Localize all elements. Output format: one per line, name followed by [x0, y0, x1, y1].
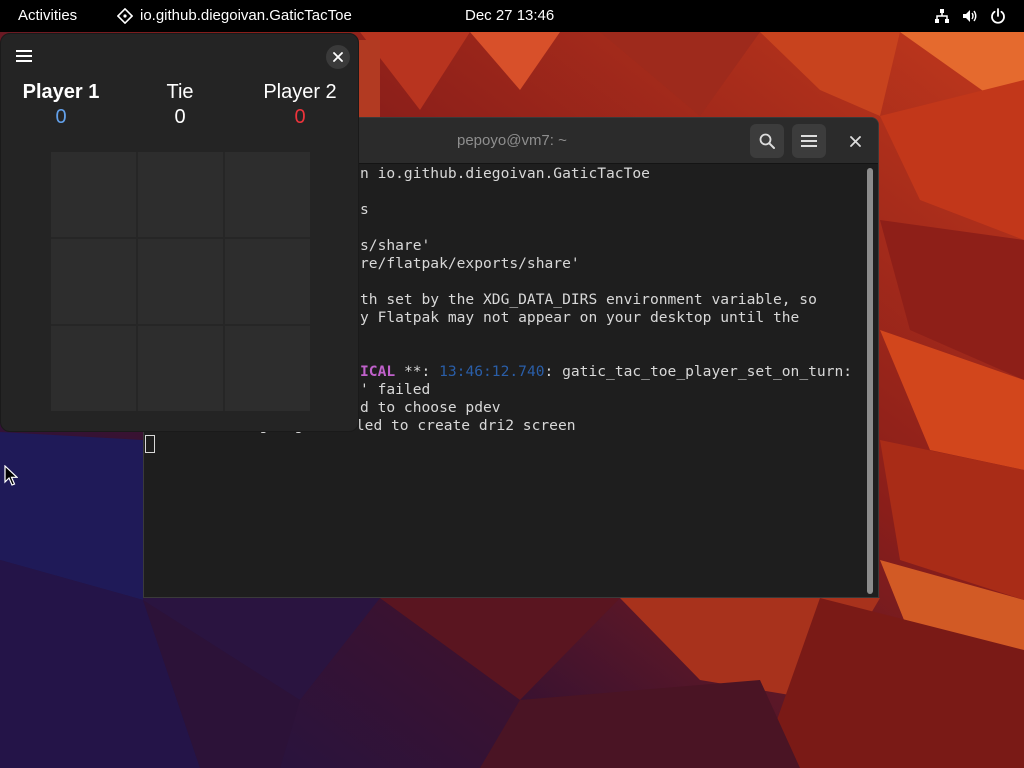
clock[interactable]: Dec 27 13:46: [465, 7, 554, 24]
terminal-text: 13:46:12.740: [439, 363, 545, 380]
top-panel: Activities io.github.diegoivan.GaticTacT…: [0, 0, 1024, 32]
tictactoe-window[interactable]: Player 1 0 Tie 0 Player 2 0: [0, 33, 359, 432]
board-cell[interactable]: [225, 239, 310, 324]
terminal-text: y Flatpak may not appear on your desktop…: [360, 309, 800, 326]
board-cell[interactable]: [138, 152, 223, 237]
terminal-close-button[interactable]: [844, 130, 866, 152]
terminal-scrollbar[interactable]: [867, 168, 873, 594]
terminal-title: pepoyo@vm7: ~: [457, 132, 567, 149]
terminal-text: n io.github.diegoivan.GaticTacToe: [360, 165, 650, 182]
terminal-text: s/share': [360, 237, 431, 254]
tie-score-value: 0: [174, 106, 186, 128]
terminal-line: ICAL **: 13:46:12.740: gatic_tac_toe_pla…: [360, 363, 852, 381]
terminal-text: d to choose pdev: [360, 399, 501, 416]
network-icon[interactable]: [934, 8, 950, 24]
search-icon: [759, 133, 775, 149]
board-cell[interactable]: [225, 152, 310, 237]
power-icon[interactable]: [990, 8, 1006, 24]
terminal-text: ' failed: [360, 381, 431, 398]
terminal-text: ICAL: [360, 363, 396, 380]
terminal-text: **:: [395, 363, 440, 380]
activities-button[interactable]: Activities: [18, 7, 77, 24]
board-cell[interactable]: [138, 239, 223, 324]
terminal-cursor: [145, 435, 155, 453]
terminal-line: re/flatpak/exports/share': [360, 255, 580, 273]
player2-score: Player 2 0: [245, 80, 355, 129]
player1-score-value: 0: [55, 106, 67, 128]
board-cell[interactable]: [51, 326, 136, 411]
main-menu-icon[interactable]: [15, 48, 33, 64]
game-close-button[interactable]: [326, 45, 350, 69]
app-menu[interactable]: io.github.diegoivan.GaticTacToe: [117, 7, 352, 24]
app-menu-label: io.github.diegoivan.GaticTacToe: [140, 7, 352, 24]
terminal-line: th set by the XDG_DATA_DIRS environment …: [360, 291, 817, 309]
terminal-line: n io.github.diegoivan.GaticTacToe: [360, 165, 650, 183]
terminal-text: s: [360, 201, 369, 218]
terminal-line: s: [360, 201, 369, 219]
player1-name: Player 1: [22, 81, 100, 103]
terminal-line: s/share': [360, 237, 430, 255]
hamburger-icon: [801, 135, 817, 147]
terminal-text: th set by the XDG_DATA_DIRS environment …: [360, 291, 817, 308]
terminal-line: y Flatpak may not appear on your desktop…: [360, 309, 799, 327]
volume-icon[interactable]: [962, 8, 978, 24]
player2-name: Player 2: [263, 81, 337, 103]
terminal-text: re/flatpak/exports/share': [360, 255, 580, 272]
terminal-search-button[interactable]: [750, 124, 784, 158]
mouse-pointer-icon: [4, 465, 18, 486]
board-cell[interactable]: [51, 239, 136, 324]
terminal-line: ' failed: [360, 381, 430, 399]
tie-score: Tie 0: [125, 80, 235, 129]
terminal-text: : gatic_tac_toe_player_set_on_turn:: [544, 363, 853, 380]
board-cell[interactable]: [225, 326, 310, 411]
player2-score-value: 0: [294, 106, 306, 128]
close-icon: [849, 135, 861, 147]
app-icon: [117, 7, 133, 24]
tie-label: Tie: [166, 81, 194, 103]
terminal-line: d to choose pdev: [360, 399, 501, 417]
player1-score: Player 1 0: [6, 80, 116, 129]
terminal-menu-button[interactable]: [792, 124, 826, 158]
board-cell[interactable]: [51, 152, 136, 237]
board-cell[interactable]: [138, 326, 223, 411]
game-board: [51, 152, 310, 411]
close-icon: [333, 52, 343, 62]
